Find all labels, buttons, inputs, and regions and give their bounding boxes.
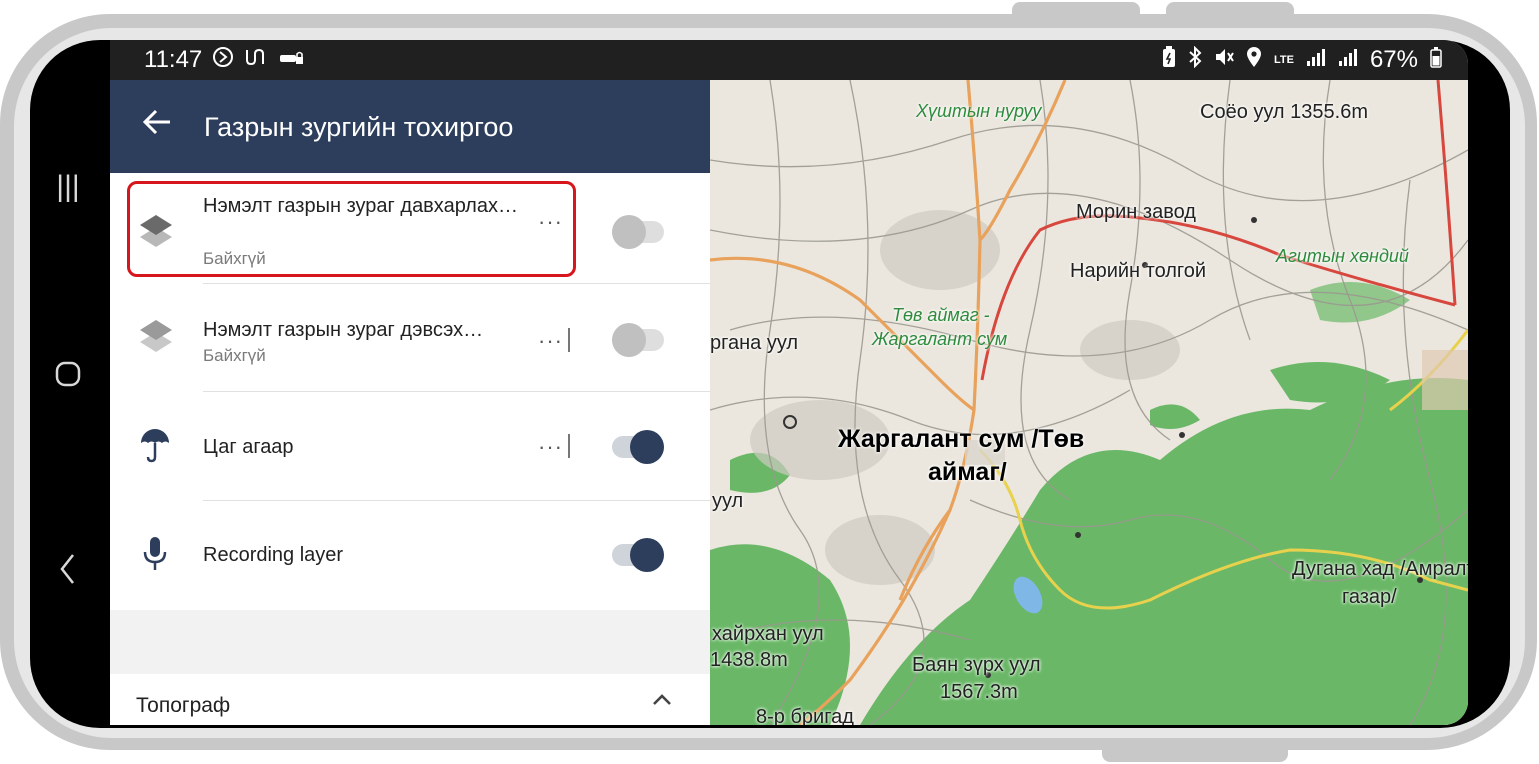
- map-label-town: аймаг/: [928, 458, 1007, 486]
- row-subtitle: Байхгүй: [203, 346, 266, 365]
- recording-toggle[interactable]: [612, 538, 664, 572]
- network-type: LTE: [1273, 53, 1294, 66]
- do-not-disturb-icon: [212, 46, 234, 74]
- status-time: 11:47: [144, 46, 203, 73]
- row-title: Нэмэлт газрын зураг давхарлах…: [203, 195, 518, 217]
- battery-icon: [1430, 46, 1442, 74]
- map-label: Агитын хөндий: [1276, 246, 1409, 266]
- device-screen: 11:47 LTE 67% Газрын зургийн тохиргоо Нэ…: [110, 40, 1468, 725]
- layers-icon: [138, 318, 176, 358]
- signal-icon: [1306, 47, 1326, 73]
- back-nav-icon[interactable]: [46, 552, 90, 594]
- phone-side-button: [1012, 2, 1140, 18]
- map-label: Нарийн толгой: [1070, 260, 1207, 282]
- car-lock-icon: [278, 47, 304, 73]
- more-options-icon[interactable]: ···: [538, 209, 563, 235]
- phone-side-button: [1166, 2, 1294, 18]
- underlay-toggle[interactable]: [612, 323, 664, 357]
- chevron-up-icon[interactable]: [650, 688, 674, 719]
- overlay-map-row[interactable]: Нэмэлт газрын зураг давхарлах… Байхгүй ·…: [110, 173, 710, 284]
- battery-saver-icon: [1162, 46, 1176, 74]
- more-options-icon[interactable]: ···: [538, 328, 563, 354]
- page-title: Газрын зургийн тохиргоо: [204, 112, 514, 142]
- overlay-toggle[interactable]: [612, 215, 664, 249]
- map-label: газар/: [1342, 586, 1397, 608]
- topography-section-header[interactable]: Топограф: [110, 674, 710, 725]
- recent-apps-icon[interactable]: |||: [46, 170, 90, 204]
- map-label-town: Жаргалант сум /Төв: [838, 425, 1085, 453]
- battery-percent: 67%: [1369, 46, 1418, 73]
- layers-icon: [138, 213, 176, 253]
- home-icon[interactable]: [46, 360, 90, 396]
- map-label: уул: [712, 490, 744, 512]
- map-label: хайрхан уул: [712, 623, 824, 645]
- recording-layer-row[interactable]: Recording layer: [110, 501, 710, 609]
- umbrella-icon: [138, 427, 176, 467]
- bluetooth-icon: [1188, 45, 1202, 74]
- phone-side-button: [1102, 746, 1288, 762]
- microphone-icon: [138, 535, 176, 575]
- map-label: 1438.8m: [710, 649, 788, 671]
- map-settings-panel: Газрын зургийн тохиргоо Нэмэлт газрын зу…: [110, 80, 710, 725]
- more-options-icon[interactable]: ···: [538, 434, 563, 460]
- map-label: Баян зүрх уул: [912, 654, 1041, 676]
- map-label: 8-р бригад: [756, 706, 854, 725]
- vertical-separator: [568, 434, 570, 458]
- map-label: Соёо уул 1355.6m: [1200, 101, 1368, 123]
- row-title: Нэмэлт газрын зураг дэвсэх…: [203, 319, 484, 341]
- vertical-separator: [568, 328, 570, 352]
- signal-icon: [1338, 47, 1358, 73]
- back-arrow-icon[interactable]: [142, 106, 172, 145]
- mute-icon: [1214, 46, 1234, 74]
- route-icon: [244, 46, 268, 74]
- underlay-map-row[interactable]: Нэмэлт газрын зураг дэвсэх… Байхгүй ···: [110, 284, 710, 392]
- row-title: Recording layer: [203, 544, 344, 566]
- map-label: Жаргалант сум: [872, 329, 1008, 349]
- map-label: Дугана хад /Амралт: [1292, 558, 1468, 580]
- row-subtitle: Байхгүй: [203, 249, 266, 268]
- map-label: Морин завод: [1076, 201, 1196, 223]
- map-label: Төв аймаг -: [892, 305, 990, 325]
- map-view[interactable]: Хүштын нуруу Соёо уул 1355.6m Морин заво…: [710, 80, 1468, 725]
- status-bar: 11:47 LTE 67%: [110, 40, 1468, 80]
- weather-row[interactable]: Цаг агаар ···: [110, 392, 710, 501]
- layer-list: Нэмэлт газрын зураг давхарлах… Байхгүй ·…: [110, 173, 710, 610]
- map-label: Хүштын нуруу: [916, 101, 1042, 121]
- map-label: ргана уул: [710, 332, 799, 354]
- app-bar: Газрын зургийн тохиргоо: [110, 80, 710, 173]
- section-title: Топограф: [136, 694, 231, 717]
- map-label: 1567.3m: [940, 681, 1018, 703]
- row-title: Цаг агаар: [203, 436, 294, 458]
- location-icon: [1246, 46, 1262, 74]
- weather-toggle[interactable]: [612, 430, 664, 464]
